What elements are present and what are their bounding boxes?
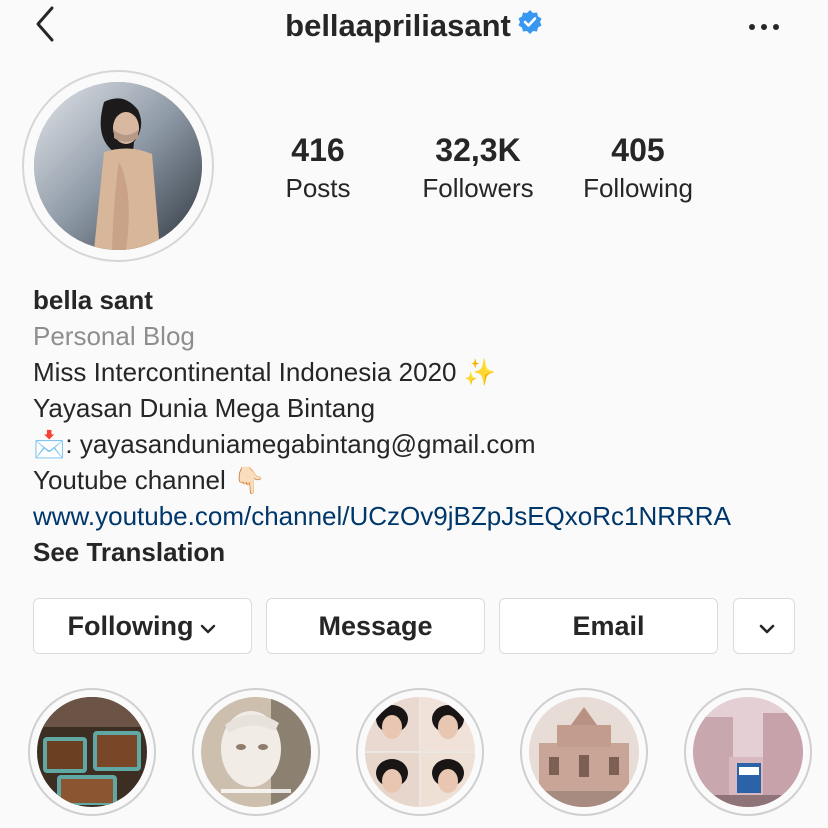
story-highlight-4[interactable]: [520, 688, 648, 816]
see-translation-link[interactable]: See Translation: [33, 534, 813, 570]
story-highlight-1[interactable]: [28, 688, 156, 816]
category-label: Personal Blog: [33, 321, 195, 351]
stat-following[interactable]: 405 Following: [558, 132, 718, 206]
stat-posts[interactable]: 416 Posts: [238, 132, 398, 206]
bio-line-youtube: Youtube channel 👇🏻: [33, 465, 266, 495]
following-button[interactable]: Following: [33, 598, 252, 654]
story-highlight-2[interactable]: [192, 688, 320, 816]
story-highlight-5[interactable]: [684, 688, 812, 816]
posts-label: Posts: [285, 173, 351, 203]
top-bar: bellaapriliasant: [0, 0, 828, 52]
posts-count: 416: [291, 132, 345, 168]
verified-badge-icon: [517, 7, 543, 43]
face-mask-photo: [201, 697, 311, 807]
profile-avatar-ring[interactable]: [22, 70, 214, 262]
ruins-photo: [529, 697, 639, 807]
avatar: [34, 82, 202, 250]
street-photo: [693, 697, 803, 807]
more-horizontal-icon[interactable]: [744, 12, 784, 42]
story-highlight-3[interactable]: [356, 688, 484, 816]
website-link[interactable]: www.youtube.com/channel/UCzOv9jBZpJsEQxo…: [33, 498, 813, 534]
chevron-down-icon: [751, 611, 777, 642]
following-count: 405: [611, 132, 665, 168]
profile-bio: bella sant Personal Blog Miss Interconti…: [33, 282, 813, 570]
followers-label: Followers: [422, 173, 534, 203]
suggested-accounts-button[interactable]: [733, 598, 795, 654]
selfie-collage-photo: [365, 697, 475, 807]
message-button-label: Message: [318, 610, 433, 641]
message-button[interactable]: Message: [266, 598, 485, 654]
following-button-label: Following: [67, 610, 194, 641]
bio-line-title: Miss Intercontinental Indonesia 2020 ✨: [33, 357, 497, 387]
bio-line-foundation: Yayasan Dunia Mega Bintang: [33, 393, 376, 423]
food-photo: [37, 697, 147, 807]
username-text: bellaapriliasant: [285, 8, 511, 43]
stat-followers[interactable]: 32,3K Followers: [398, 132, 558, 206]
profile-username-header: bellaapriliasant: [0, 8, 828, 46]
chevron-down-icon: [193, 611, 217, 642]
email-button-label: Email: [572, 610, 645, 641]
bio-line-email[interactable]: 📩: yayasanduniamegabintang@gmail.com: [33, 426, 813, 462]
following-label: Following: [583, 173, 693, 203]
email-button[interactable]: Email: [499, 598, 718, 654]
followers-count: 32,3K: [435, 132, 521, 168]
display-name: bella sant: [33, 285, 153, 315]
